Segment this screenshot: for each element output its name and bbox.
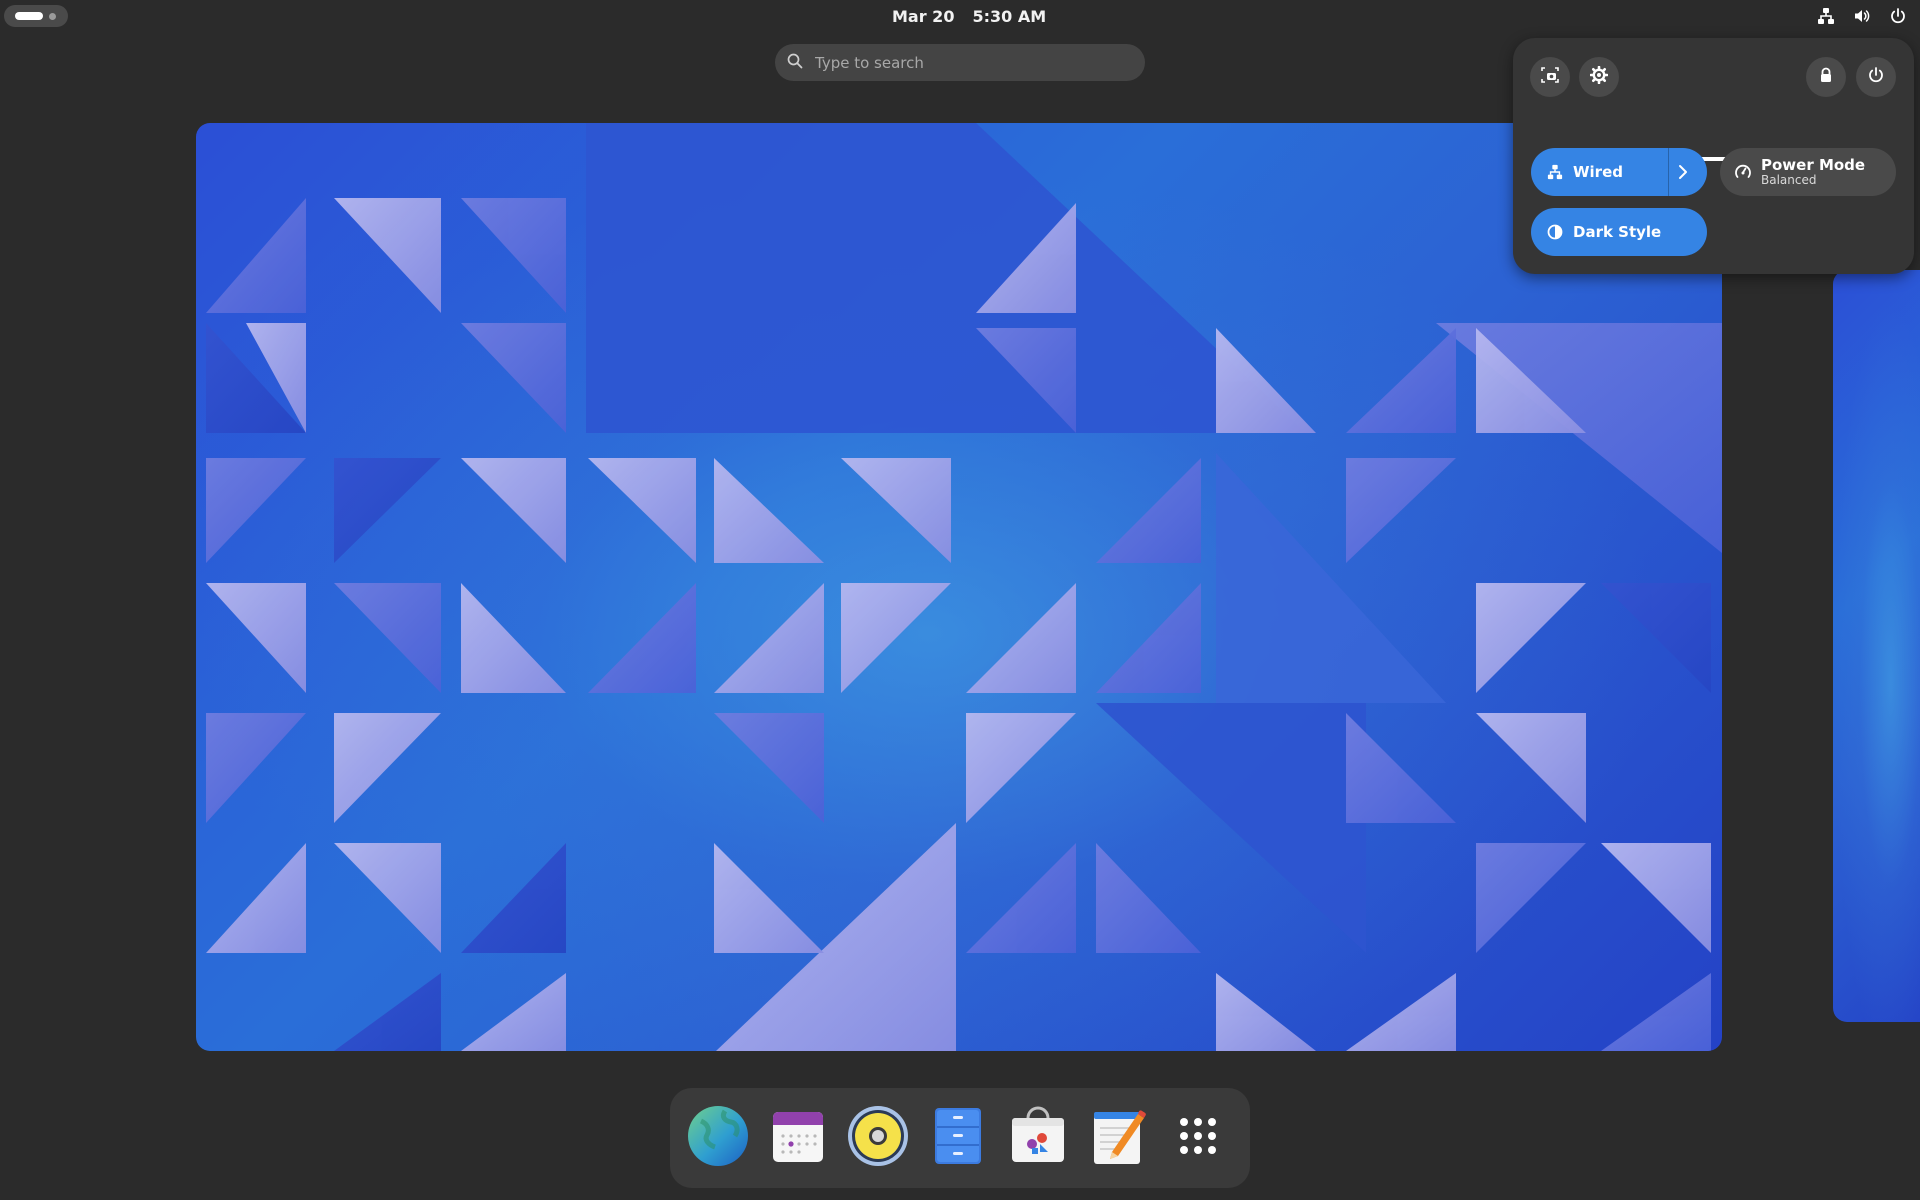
top-bar: Mar 20 5:30 AM (0, 0, 1920, 31)
music-player-icon (847, 1105, 909, 1171)
dock-item-music-player[interactable] (846, 1106, 910, 1170)
workspace-thumbnail-next[interactable] (1833, 270, 1920, 1022)
dark-style-label: Dark Style (1573, 223, 1662, 241)
power-mode-text: Power Mode Balanced (1761, 157, 1865, 188)
dark-style-toggle[interactable]: Dark Style (1531, 208, 1707, 256)
web-browser-icon (687, 1105, 749, 1171)
dark-style-icon (1547, 224, 1563, 240)
clock-date: Mar 20 (892, 6, 955, 26)
settings-icon (1589, 65, 1609, 88)
dock-item-calendar[interactable] (766, 1106, 830, 1170)
search-input[interactable] (815, 53, 1115, 72)
system-tray[interactable] (1808, 4, 1916, 28)
power-icon (1867, 66, 1885, 88)
settings-button[interactable] (1579, 57, 1619, 97)
dash-dock (670, 1088, 1250, 1188)
power-mode-label: Power Mode (1761, 155, 1866, 174)
wallpaper-pattern (206, 123, 1722, 1051)
clock-time: 5:30 AM (972, 6, 1047, 26)
power-off-button[interactable] (1856, 57, 1896, 97)
desktop-wallpaper-next (1833, 270, 1920, 1022)
dock-item-text-editor[interactable] (1086, 1106, 1150, 1170)
power-mode-icon (1734, 163, 1752, 181)
power-icon (1889, 7, 1907, 25)
clock-button[interactable]: Mar 20 5:30 AM (880, 4, 1058, 28)
search-icon (787, 53, 803, 73)
desktop-wallpaper (196, 123, 1722, 1051)
screenshot-button[interactable] (1530, 57, 1570, 97)
chevron-right-icon (1675, 163, 1691, 185)
wired-tile-label: Wired (1573, 163, 1623, 181)
wired-network-toggle[interactable]: Wired (1531, 148, 1707, 196)
activities-button[interactable] (4, 5, 68, 27)
quick-settings-menu: Wired Power Mode Balanced Dark Style (1513, 38, 1914, 274)
workspace-indicator-dot (49, 12, 56, 20)
dock-item-files[interactable] (926, 1106, 990, 1170)
screenshot-icon (1541, 66, 1559, 88)
power-mode-subtitle: Balanced (1761, 173, 1817, 188)
calendar-icon (770, 1108, 826, 1168)
power-mode-button[interactable]: Power Mode Balanced (1720, 148, 1896, 196)
dock-item-software[interactable] (1006, 1106, 1070, 1170)
app-grid-icon (1176, 1114, 1220, 1162)
search-entry[interactable] (775, 44, 1145, 81)
volume-icon (1853, 7, 1871, 25)
software-store-icon (1008, 1106, 1068, 1170)
show-apps-button[interactable] (1166, 1106, 1230, 1170)
wired-menu-button[interactable] (1675, 163, 1691, 185)
lock-button[interactable] (1806, 57, 1846, 97)
tile-divider (1668, 148, 1669, 196)
network-wired-icon (1547, 164, 1563, 180)
text-editor-icon (1090, 1106, 1146, 1170)
files-icon (933, 1106, 983, 1170)
network-wired-icon (1817, 7, 1835, 25)
dock-item-web-browser[interactable] (686, 1106, 750, 1170)
workspace-thumbnail-current[interactable] (196, 123, 1722, 1051)
workspace-indicator-active (15, 12, 43, 20)
lock-icon (1818, 67, 1834, 87)
